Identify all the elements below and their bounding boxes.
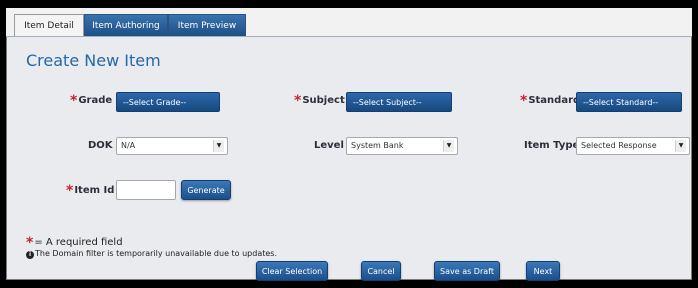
subject-label: *Subject — [294, 93, 345, 109]
dok-value: N/A — [121, 141, 136, 150]
grade-select[interactable]: --Select Grade-- — [116, 92, 220, 112]
item-type-label: Item Type — [524, 140, 580, 151]
page-title: Create New Item — [26, 51, 161, 70]
tab-bar: Item Detail Item Authoring Item Preview — [6, 8, 692, 37]
cancel-button[interactable]: Cancel — [361, 261, 401, 281]
dok-label: DOK — [88, 140, 113, 151]
clear-selection-button[interactable]: Clear Selection — [256, 261, 328, 281]
standard-label: *Standard — [520, 93, 581, 109]
info-icon: i — [26, 251, 34, 259]
required-marker: * — [66, 183, 74, 199]
required-marker: * — [520, 93, 528, 109]
domain-note: i The Domain filter is temporarily unavai… — [26, 249, 277, 259]
dok-select[interactable]: N/A ▼ — [116, 137, 228, 155]
next-button[interactable]: Next — [526, 261, 560, 281]
chevron-down-icon[interactable]: ▼ — [675, 140, 686, 152]
grade-label: *Grade — [70, 93, 113, 109]
level-label: Level — [314, 140, 344, 151]
subject-select[interactable]: --Select Subject-- — [346, 92, 452, 112]
required-marker: * — [70, 93, 78, 109]
tab-item-preview[interactable]: Item Preview — [168, 14, 246, 36]
tab-item-authoring[interactable]: Item Authoring — [84, 14, 168, 36]
item-id-input[interactable] — [116, 180, 176, 200]
standard-select[interactable]: --Select Standard-- — [576, 92, 682, 112]
item-type-select[interactable]: Selected Response ▼ — [576, 137, 690, 155]
required-marker: * — [294, 93, 302, 109]
tab-item-detail[interactable]: Item Detail — [14, 14, 84, 36]
save-as-draft-button[interactable]: Save as Draft — [434, 261, 500, 281]
item-type-value: Selected Response — [581, 141, 657, 150]
chevron-down-icon[interactable]: ▼ — [213, 140, 224, 152]
app-window: Item Detail Item Authoring Item Preview … — [6, 8, 692, 281]
level-value: System Bank — [351, 141, 404, 150]
chevron-down-icon[interactable]: ▼ — [443, 140, 454, 152]
generate-button[interactable]: Generate — [181, 180, 231, 200]
item-id-label: *Item Id — [66, 183, 115, 199]
level-select[interactable]: System Bank ▼ — [346, 137, 458, 155]
